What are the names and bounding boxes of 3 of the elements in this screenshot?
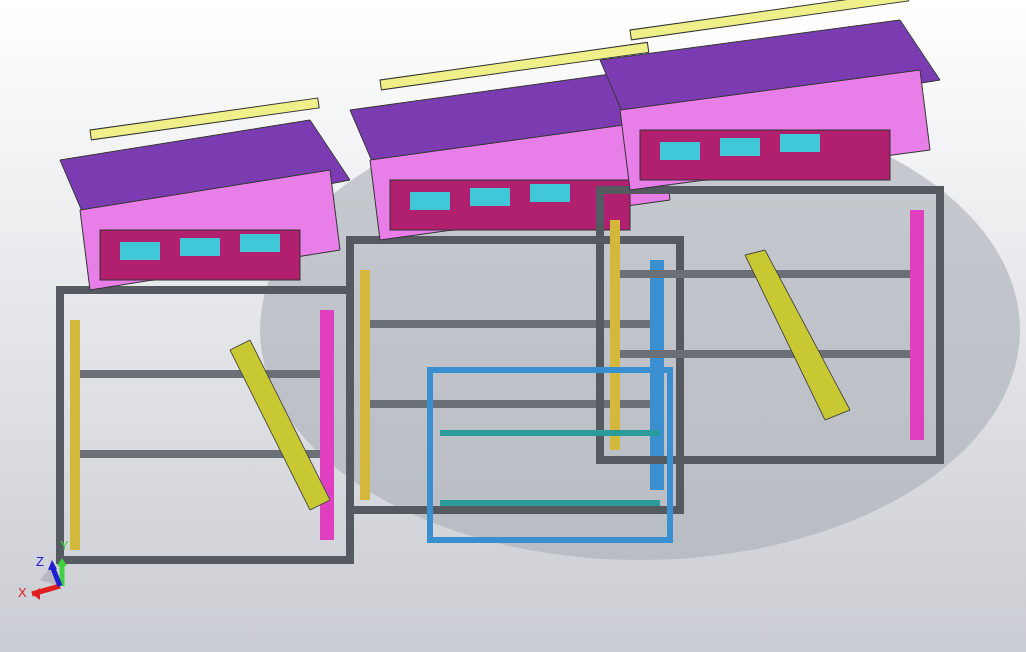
axis-label: X [18,585,27,600]
axis-label: Y [60,538,69,553]
axis-label: Z [36,554,44,569]
